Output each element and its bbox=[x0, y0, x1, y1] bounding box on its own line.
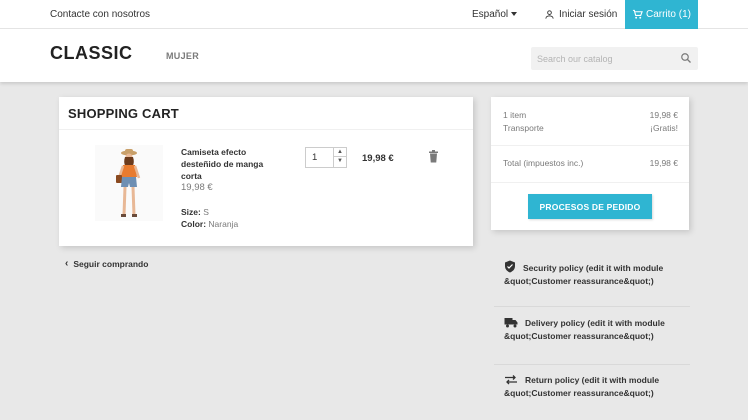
cart-button[interactable]: Carrito (1) bbox=[625, 0, 698, 29]
checkout-button[interactable]: PROCESOS DE PEDIDO bbox=[528, 194, 652, 219]
divider bbox=[494, 306, 690, 307]
user-icon bbox=[545, 10, 554, 19]
language-label: Español bbox=[472, 9, 509, 20]
decrement-icon[interactable]: ▼ bbox=[334, 157, 346, 166]
divider bbox=[59, 129, 473, 130]
quantity-value[interactable]: 1 bbox=[312, 152, 317, 163]
swap-arrows-icon bbox=[505, 375, 517, 385]
contact-link[interactable]: Contacte con nosotros bbox=[50, 9, 150, 20]
total-value: 19,98 € bbox=[649, 158, 678, 168]
product-image[interactable] bbox=[95, 145, 163, 221]
divider bbox=[491, 145, 689, 146]
total-label: Total (impuestos inc.) bbox=[503, 158, 584, 168]
site-logo[interactable]: CLASSIC bbox=[50, 43, 133, 64]
cart-title: SHOPPING CART bbox=[68, 106, 179, 121]
product-size: Size: S bbox=[181, 207, 209, 217]
reassurance-text: Return policy (edit it with module &quot… bbox=[504, 375, 660, 398]
reassurance-delivery: Delivery policy (edit it with module &qu… bbox=[504, 317, 688, 343]
search-icon[interactable] bbox=[680, 52, 692, 64]
site-header: CLASSIC MUJER bbox=[0, 29, 748, 82]
product-photo bbox=[95, 145, 163, 221]
summary-items-row: 1 item 19,98 € bbox=[503, 110, 678, 120]
summary-shipping-row: Transporte ¡Gratis! bbox=[503, 123, 678, 133]
divider bbox=[491, 182, 689, 183]
chevron-left-icon: ‹ bbox=[65, 258, 69, 269]
quantity-stepper[interactable]: 1 ▲ ▼ bbox=[305, 147, 347, 168]
truck-icon bbox=[504, 318, 518, 328]
color-label: Color: bbox=[181, 219, 207, 229]
size-label: Size: bbox=[181, 207, 201, 217]
summary-total-row: Total (impuestos inc.) 19,98 € bbox=[503, 158, 678, 168]
items-value: 19,98 € bbox=[649, 110, 678, 120]
trash-icon[interactable] bbox=[428, 150, 439, 163]
continue-label: Seguir comprando bbox=[73, 258, 149, 269]
shield-icon bbox=[505, 260, 515, 273]
signin-link[interactable]: Iniciar sesión bbox=[544, 9, 617, 20]
shopping-cart-icon bbox=[632, 9, 643, 19]
items-label: 1 item bbox=[503, 110, 527, 120]
search-box bbox=[531, 47, 698, 70]
signin-label: Iniciar sesión bbox=[559, 9, 618, 20]
reassurance-security: Security policy (edit it with module &qu… bbox=[504, 260, 688, 288]
top-nav: Contacte con nosotros Español Iniciar se… bbox=[0, 0, 748, 29]
divider bbox=[494, 364, 690, 365]
color-value: Naranja bbox=[208, 219, 239, 229]
cart-card: SHOPPING CART Camiseta efecto desteñido … bbox=[59, 97, 473, 246]
reassurance-text: Delivery policy (edit it with module &qu… bbox=[504, 318, 665, 341]
menu-item-mujer[interactable]: MUJER bbox=[166, 51, 199, 61]
continue-shopping-link[interactable]: ‹ Seguir comprando bbox=[65, 258, 148, 269]
cart-label: Carrito (1) bbox=[645, 9, 691, 20]
quantity-arrows: ▲ ▼ bbox=[333, 148, 346, 167]
reassurance-return: Return policy (edit it with module &quot… bbox=[504, 374, 688, 400]
language-selector[interactable]: Español bbox=[472, 9, 518, 20]
cart-summary: 1 item 19,98 € Transporte ¡Gratis! Total… bbox=[491, 97, 689, 230]
shipping-value: ¡Gratis! bbox=[650, 123, 678, 133]
product-name[interactable]: Camiseta efecto desteñido de manga corta bbox=[181, 146, 273, 182]
line-total: 19,98 € bbox=[362, 153, 394, 164]
increment-icon[interactable]: ▲ bbox=[334, 148, 346, 157]
reassurance-text: Security policy (edit it with module &qu… bbox=[504, 263, 664, 286]
size-value: S bbox=[203, 207, 209, 217]
shipping-label: Transporte bbox=[503, 123, 544, 133]
product-color: Color: Naranja bbox=[181, 219, 238, 229]
product-price: 19,98 € bbox=[181, 182, 213, 193]
search-input[interactable] bbox=[531, 47, 671, 70]
caret-down-icon bbox=[511, 12, 518, 17]
